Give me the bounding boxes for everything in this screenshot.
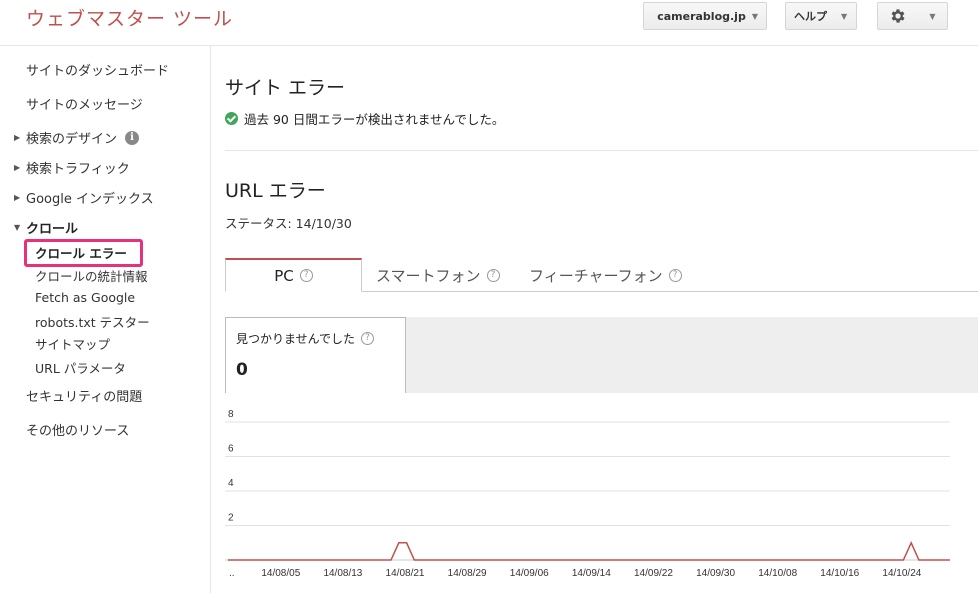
sidebar-item-label: 検索のデザイン [26, 132, 118, 147]
sidebar-item-label: robots.txt テスター [35, 315, 150, 330]
sidebar-item-search-appearance[interactable]: 検索のデザイン i [26, 128, 140, 147]
x-tick-label: .. [229, 568, 235, 579]
help-icon[interactable]: ? [668, 268, 682, 282]
gear-icon [891, 9, 905, 23]
x-tick-label: 14/10/24 [882, 568, 921, 579]
sidebar-item-dashboard[interactable]: サイトのダッシュボード [26, 60, 169, 79]
chevron-down-icon: ▼ [929, 11, 936, 21]
app-title: ウェブマスター ツール [26, 8, 234, 30]
x-tick-label: 14/08/13 [323, 568, 362, 579]
tab-label: フィーチャーフォン [529, 266, 663, 285]
sidebar-item-label: クロール エラー [35, 246, 127, 261]
sidebar-item-label: サイトマップ [35, 337, 111, 352]
sidebar-item-label: クロールの統計情報 [35, 269, 148, 284]
sidebar-item-crawl-errors[interactable]: クロール エラー [35, 243, 127, 262]
site-selector-button[interactable]: camerablog.jp ▼ [643, 2, 767, 30]
sidebar-item-label: Google インデックス [26, 192, 154, 207]
x-tick-label: 14/09/22 [634, 568, 673, 579]
tab-label: PC [274, 266, 294, 285]
chevron-down-icon: ▼ [751, 11, 758, 21]
tab-feature-phone[interactable]: フィーチャーフォン ? [529, 258, 682, 292]
triangle-right-icon: ▶ [14, 163, 21, 172]
x-tick-label: 14/09/14 [572, 568, 611, 579]
sidebar-item-robots-tester[interactable]: robots.txt テスター [35, 312, 150, 331]
help-icon[interactable]: ? [361, 332, 375, 345]
sidebar-item-label: Fetch as Google [35, 290, 136, 305]
settings-button[interactable]: ▼ [877, 2, 948, 30]
tab-smartphone[interactable]: スマートフォン ? [376, 258, 500, 292]
sidebar-item-crawl-stats[interactable]: クロールの統計情報 [35, 266, 148, 285]
top-bar: ウェブマスター ツール camerablog.jp ▼ ヘルプ ▼ ▼ [0, 0, 978, 46]
help-icon[interactable]: ? [486, 268, 500, 282]
sidebar-item-sitemaps[interactable]: サイトマップ [35, 334, 110, 353]
x-tick-label: 14/08/21 [386, 568, 425, 579]
help-button[interactable]: ヘルプ ▼ [785, 2, 857, 30]
status-text: ステータス: 14/10/30 [225, 216, 352, 231]
tab-label: スマートフォン [376, 266, 481, 285]
x-tick-label: 14/09/30 [696, 568, 735, 579]
sidebar-item-google-index[interactable]: Google インデックス [26, 188, 154, 207]
info-icon[interactable]: i [125, 130, 140, 145]
not-found-card-label-row: 見つかりませんでした ? [236, 330, 375, 347]
triangle-right-icon: ▶ [14, 193, 21, 202]
sidebar-item-crawl[interactable]: クロール [26, 218, 78, 237]
triangle-down-icon: ▼ [14, 223, 21, 232]
x-tick-label: 14/10/08 [758, 568, 797, 579]
tab-pc[interactable]: PC ? [225, 258, 362, 292]
site-errors-message: 過去 90 日間エラーが検出されませんでした。 [244, 112, 505, 127]
y-tick-label: 4 [228, 478, 234, 489]
triangle-right-icon: ▶ [14, 133, 21, 142]
site-errors-status: 過去 90 日間エラーが検出されませんでした。 [225, 109, 504, 128]
divider [225, 150, 978, 151]
sidebar-item-label: サイトのメッセージ [26, 98, 143, 113]
sidebar-item-label: クロール [26, 222, 79, 237]
sidebar-item-label: サイトのダッシュボード [26, 64, 170, 79]
y-tick-label: 8 [228, 409, 234, 420]
y-tick-label: 6 [228, 444, 234, 455]
sidebar-item-messages[interactable]: サイトのメッセージ [26, 94, 143, 113]
y-tick-label: 2 [228, 513, 234, 524]
x-tick-label: 14/08/05 [261, 568, 300, 579]
x-tick-label: 14/10/16 [820, 568, 859, 579]
help-icon[interactable]: ? [299, 269, 313, 282]
check-circle-icon [225, 112, 238, 125]
x-tick-label: 14/08/29 [448, 568, 487, 579]
chevron-down-icon: ▼ [841, 11, 848, 21]
sidebar-item-label: 検索トラフィック [26, 162, 130, 177]
card-label: 見つかりませんでした [236, 332, 356, 346]
help-label: ヘルプ [794, 10, 827, 23]
sidebar-item-search-traffic[interactable]: 検索トラフィック [26, 158, 130, 177]
sidebar-item-fetch-as-google[interactable]: Fetch as Google [35, 290, 135, 305]
errors-chart: 8 6 4 2.. 14/08/05 14/08/13 14/08/21 14/08/29 14… [225, 409, 950, 579]
site-errors-title: サイト エラー [225, 77, 346, 99]
site-selector-label: camerablog.jp [657, 9, 746, 23]
x-tick-label: 14/09/06 [510, 568, 549, 579]
url-errors-title: URL エラー [225, 180, 326, 202]
series-line [228, 540, 950, 561]
